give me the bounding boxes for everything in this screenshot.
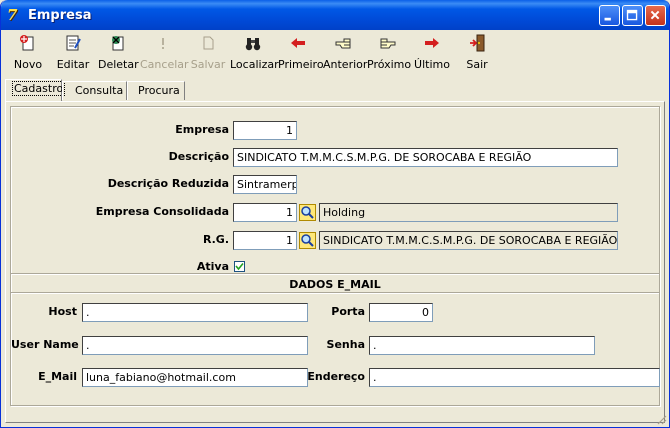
toolbar: Novo Editar Deletar Cancelar Salvar Loca… (1, 30, 669, 78)
proximo-button[interactable]: Próximo (367, 34, 412, 76)
cadastro-page: Empresa 1 Descrição SINDICATO T.M.M.C.S.… (5, 101, 665, 423)
anterior-label: Anterior (323, 58, 368, 71)
localizar-button[interactable]: Localizar (230, 34, 279, 76)
cancel-icon (162, 38, 164, 49)
form-panel: Empresa 1 Descrição SINDICATO T.M.M.C.S.… (10, 106, 660, 406)
descricao-field[interactable]: SINDICATO T.M.M.C.S.M.P.G. DE SOROCABA E… (233, 148, 618, 167)
rg-field[interactable]: 1 (233, 231, 297, 250)
editar-label: Editar (56, 58, 90, 71)
exit-door-icon (470, 34, 485, 52)
tab-consulta[interactable]: Consulta (62, 81, 127, 100)
save-icon (203, 36, 214, 50)
close-button[interactable] (645, 5, 666, 26)
proximo-label: Próximo (367, 58, 412, 71)
novo-button[interactable]: Novo (9, 34, 47, 76)
salvar-button[interactable]: Salvar (190, 34, 226, 76)
descricao-reduzida-label: Descrição Reduzida (107, 177, 229, 190)
ultimo-label: Último (414, 58, 450, 71)
last-arrow-icon (425, 38, 439, 48)
localizar-label: Localizar (230, 58, 279, 71)
next-hand-icon (380, 38, 396, 49)
empresa-window: 7 Empresa Novo Editar Deletar Cancelar S… (0, 0, 670, 428)
host-field[interactable]: . (82, 303, 308, 322)
e-mail-field[interactable]: luna_fabiano@hotmail.com (82, 368, 308, 387)
user-name-field[interactable]: . (82, 336, 308, 355)
binoculars-icon (245, 38, 261, 51)
descricao-label: Descrição (168, 150, 229, 163)
host-label: Host (48, 305, 77, 318)
ultimo-button[interactable]: Último (414, 34, 450, 76)
app-logo-icon: 7 (7, 6, 18, 24)
first-arrow-icon (291, 38, 305, 48)
empresa-consolidada-field[interactable]: 1 (233, 203, 297, 222)
ativa-label: Ativa (196, 260, 229, 273)
delete-icon (112, 36, 124, 51)
checkmark-icon (235, 262, 244, 271)
minimize-icon (604, 17, 611, 21)
descricao-reduzida-field[interactable]: Sintramerpro (233, 175, 297, 194)
novo-label: Novo (13, 58, 43, 71)
empresa-consolidada-lookup: Holding (319, 203, 618, 222)
title-bar[interactable]: 7 Empresa (1, 0, 669, 30)
porta-field[interactable]: 0 (369, 303, 433, 322)
sair-button[interactable]: Sair (462, 34, 492, 76)
close-icon (650, 10, 660, 20)
maximize-button[interactable] (622, 5, 643, 26)
maximize-icon (626, 9, 638, 21)
senha-field[interactable]: . (369, 336, 595, 355)
tab-cadastro[interactable]: Cadastro (5, 79, 66, 101)
rg-search-icon[interactable] (299, 232, 316, 249)
cancelar-label: Cancelar (140, 58, 189, 71)
empresa-label: Empresa (175, 123, 229, 136)
tab-consulta-label: Consulta (75, 84, 124, 97)
cancelar-button[interactable]: Cancelar (140, 34, 189, 76)
edit-icon (66, 35, 81, 51)
rg-label: R.G. (202, 233, 229, 246)
anterior-button[interactable]: Anterior (323, 34, 368, 76)
editar-button[interactable]: Editar (53, 34, 93, 76)
tab-procura-label: Procura (138, 84, 180, 97)
ativa-checkbox[interactable] (234, 261, 245, 272)
new-icon (20, 35, 34, 51)
section-divider-bottom (11, 292, 659, 294)
tab-procura[interactable]: Procura (127, 81, 185, 100)
endereco-field[interactable]: . (369, 368, 660, 387)
senha-label: Senha (326, 338, 365, 351)
e-mail-label: E_Mail (38, 370, 77, 383)
minimize-button[interactable] (599, 5, 620, 26)
email-section-title: DADOS E_MAIL (289, 278, 381, 291)
salvar-label: Salvar (190, 58, 226, 71)
sair-label: Sair (466, 58, 488, 71)
previous-hand-icon (335, 38, 351, 49)
rg-lookup: SINDICATO T.M.M.C.S.M.P.G. DE SOROCABA E… (319, 231, 618, 250)
user-name-label: User Name (11, 338, 79, 351)
primeiro-label: Primeiro (278, 58, 324, 71)
empresa-consolidada-search-icon[interactable] (299, 204, 316, 221)
resize-grip-icon[interactable] (655, 413, 667, 425)
deletar-label: Deletar (98, 58, 139, 71)
porta-label: Porta (331, 305, 365, 318)
endereco-label: Endereço (307, 370, 365, 383)
primeiro-button[interactable]: Primeiro (278, 34, 324, 76)
tab-cadastro-label: Cadastro (12, 81, 66, 96)
window-title: Empresa (28, 8, 92, 23)
section-divider-top (11, 273, 659, 275)
deletar-button[interactable]: Deletar (98, 34, 139, 76)
empresa-field[interactable]: 1 (233, 121, 297, 140)
empresa-consolidada-label: Empresa Consolidada (95, 205, 229, 218)
